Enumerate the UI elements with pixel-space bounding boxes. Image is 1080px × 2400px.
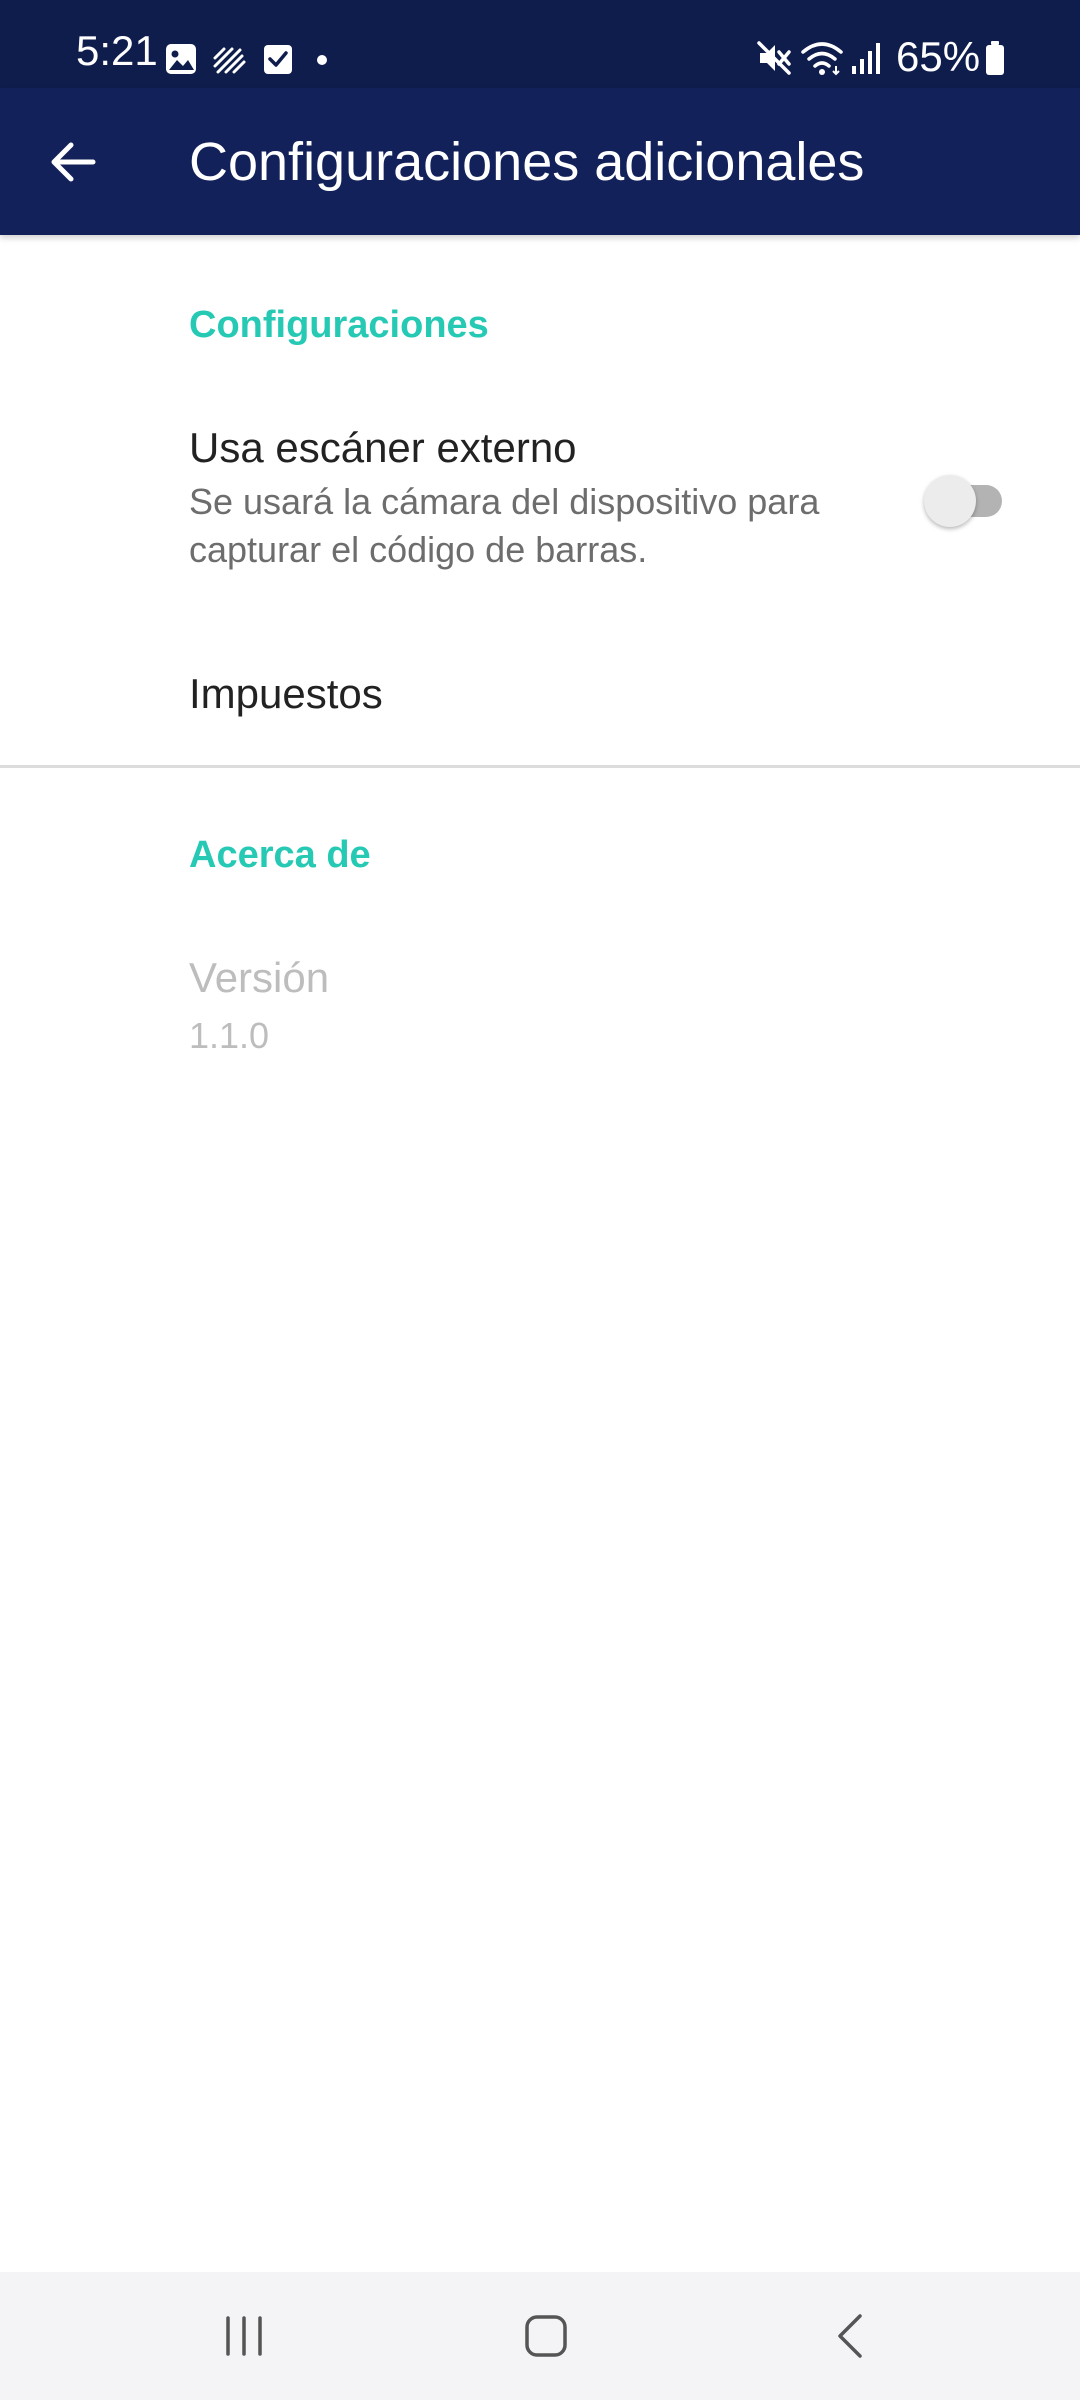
section-header-about: Acerca de [189, 834, 371, 876]
back-icon [838, 2314, 862, 2358]
checkbox-icon [264, 45, 292, 74]
external-scanner-preference[interactable]: Usa escáner externo Se usará la cámara d… [0, 400, 1080, 600]
status-time: 5:21 [76, 27, 158, 74]
version-title: Versión [189, 954, 330, 1001]
mute-icon [757, 41, 791, 75]
switch-thumb [924, 475, 976, 527]
dot-icon [317, 55, 327, 65]
external-scanner-summary: Se usará la cámara del dispositivo para … [189, 481, 820, 570]
version-preference: Versión 1.1.0 [0, 930, 1080, 1070]
battery-percent: 65% [896, 33, 981, 80]
navigation-bar [0, 2272, 1080, 2400]
arrow-back-icon [51, 142, 96, 182]
section-divider [0, 765, 1080, 768]
app-bar: Configuraciones adicionales [0, 88, 1080, 235]
back-button[interactable] [30, 122, 116, 202]
home-button[interactable] [486, 2296, 606, 2376]
home-icon [525, 2315, 567, 2357]
section-header-settings: Configuraciones [189, 304, 489, 346]
taxes-title: Impuestos [189, 670, 383, 717]
wifi-icon [801, 42, 843, 76]
recent-apps-button[interactable] [184, 2296, 304, 2376]
battery-icon [986, 41, 1004, 75]
external-scanner-title: Usa escáner externo [189, 424, 577, 471]
cell-signal-icon [852, 43, 880, 74]
image-icon [166, 44, 196, 74]
version-value: 1.1.0 [189, 1015, 270, 1056]
recent-apps-icon [226, 2316, 262, 2356]
system-back-button[interactable] [790, 2296, 910, 2376]
external-scanner-switch[interactable] [924, 475, 1010, 527]
taxes-preference[interactable]: Impuestos [0, 640, 1080, 750]
page-title: Configuraciones adicionales [189, 132, 865, 192]
signal-lines-icon [213, 47, 246, 74]
status-bar: 5:21 65% [0, 0, 1080, 88]
